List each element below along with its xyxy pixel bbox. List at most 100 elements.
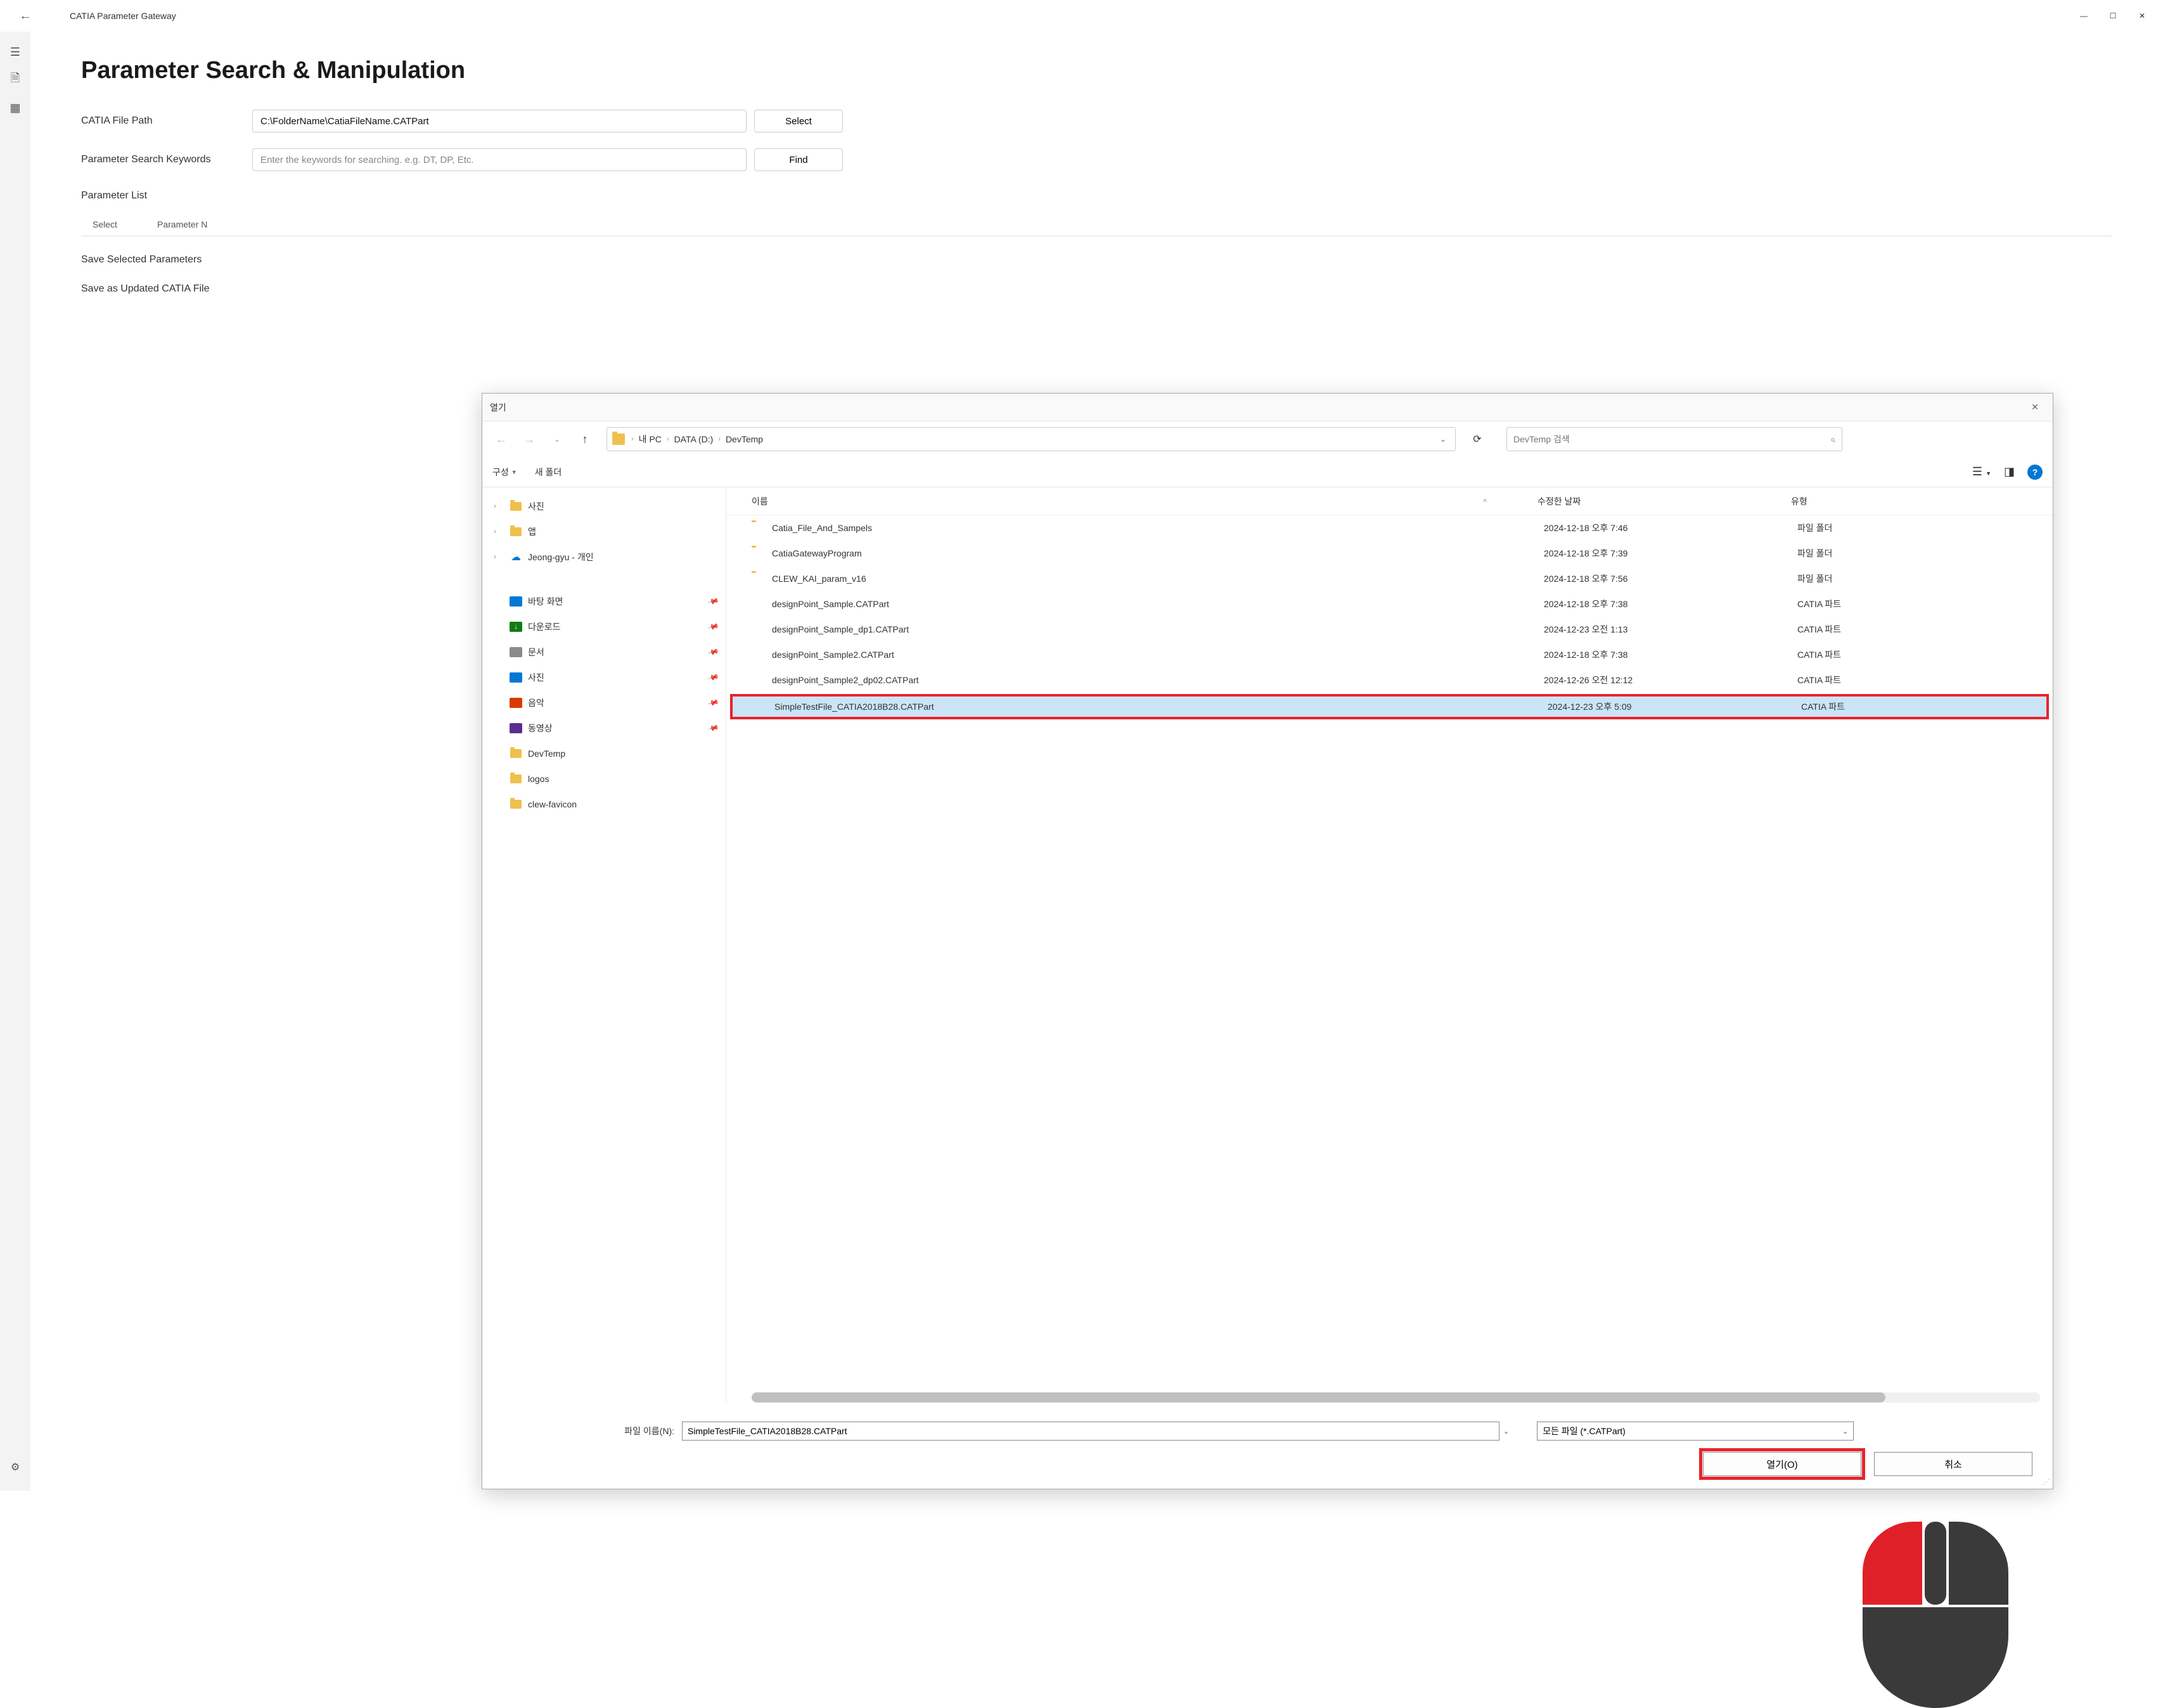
tree-label: 다운로드 [528,620,561,633]
location-icon: ↓ [509,621,523,632]
tree-label: 문서 [528,646,544,658]
tree-item[interactable]: ›사진 [482,494,726,519]
file-name: designPoint_Sample.CATPart [772,599,1544,609]
preview-pane-icon[interactable]: ◨ [2004,465,2015,478]
breadcrumb-segment[interactable]: DevTemp [722,434,767,444]
nav-recent-icon[interactable]: ⌄ [546,428,568,451]
file-type: CATIA 파트 [1797,623,1841,636]
quick-access-item[interactable]: 사진📌 [482,665,726,690]
file-name: SimpleTestFile_CATIA2018B28.CATPart [774,702,1548,712]
tree-label: 바탕 화면 [528,595,563,608]
refresh-icon[interactable]: ⟳ [1466,428,1489,451]
grid-icon[interactable]: ▦ [0,94,30,122]
page-title: Parameter Search & Manipulation [81,57,2112,84]
quick-access-item[interactable]: ↓다운로드📌 [482,614,726,639]
keywords-input[interactable] [252,148,747,171]
chevron-down-icon[interactable]: ⌄ [1436,435,1450,444]
column-headers[interactable]: 이름˄ 수정한 날짜 유형 [726,487,2053,515]
tree-label: clew-favicon [528,799,577,809]
catpart-file-icon [752,674,766,686]
pin-icon: 📌 [707,646,720,658]
file-type: CATIA 파트 [1797,598,1841,610]
search-icon[interactable]: ⌕ [1830,434,1835,445]
quick-access-item[interactable]: 동영상📌 [482,716,726,741]
scrollbar-thumb[interactable] [752,1392,1885,1403]
file-filter-combo[interactable]: 모든 파일 (*.CATPart)⌄ [1537,1422,1854,1441]
col-type[interactable]: 유형 [1791,495,1807,508]
file-date: 2024-12-18 오후 7:38 [1544,648,1797,661]
quick-access-item[interactable]: logos [482,766,726,792]
mouse-click-overlay-icon [1863,1522,2008,1705]
cancel-button[interactable]: 취소 [1874,1452,2032,1476]
close-button[interactable]: ✕ [2128,6,2157,26]
chevron-right-icon: › [717,435,722,443]
quick-access-item[interactable]: 바탕 화면📌 [482,589,726,614]
file-row[interactable]: SimpleTestFile_CATIA2018B28.CATPart2024-… [730,694,2049,719]
file-row[interactable]: designPoint_Sample2_dp02.CATPart2024-12-… [726,667,2053,693]
resize-grip-icon[interactable]: ⋰ [2043,1477,2050,1486]
quick-access-item[interactable]: clew-favicon [482,792,726,817]
help-icon[interactable]: ? [2027,465,2043,480]
filename-dropdown-icon[interactable]: ⌄ [1499,1427,1513,1435]
quick-access-item[interactable]: 음악📌 [482,690,726,716]
save-as-label: Save as Updated CATIA File [81,283,2112,295]
file-row[interactable]: designPoint_Sample_dp1.CATPart2024-12-23… [726,617,2053,642]
location-icon [509,722,523,734]
breadcrumb-segment[interactable]: DATA (D:) [671,434,717,444]
maximize-button[interactable]: ☐ [2098,6,2128,26]
tree-item[interactable]: ›앱 [482,519,726,544]
file-row[interactable]: CLEW_KAI_param_v162024-12-18 오후 7:56파일 폴… [726,566,2053,591]
nav-forward-icon[interactable]: → [518,428,541,451]
tree-label: 동영상 [528,722,553,735]
find-button[interactable]: Find [754,148,843,171]
file-row[interactable]: designPoint_Sample2.CATPart2024-12-18 오후… [726,642,2053,667]
quick-access-item[interactable]: DevTemp [482,741,726,766]
horizontal-scrollbar[interactable] [752,1392,2040,1403]
app-title: CATIA Parameter Gateway [70,11,176,21]
quick-access-item[interactable]: 문서 📌 [482,639,726,665]
breadcrumb-segment[interactable]: 내 PC [635,433,665,446]
search-box[interactable]: ⌕ [1506,427,1842,451]
search-input[interactable] [1513,434,1830,444]
select-button[interactable]: Select [754,110,843,132]
view-list-icon[interactable]: ☰ ▼ [1972,465,1991,478]
location-icon [509,646,523,658]
folder-tree[interactable]: ›사진›앱›☁Jeong-gyu - 개인바탕 화면📌 ↓ 다운로드 📌 문서 📌 사진📌음… [482,487,726,1403]
nav-back-icon[interactable]: ← [490,428,513,451]
new-folder-button[interactable]: 새 폴더 [535,466,562,478]
col-name[interactable]: 이름 [752,495,768,508]
menu-icon[interactable]: ☰ [0,38,30,66]
file-row[interactable]: Catia_File_And_Sampels2024-12-18 오후 7:46… [726,515,2053,541]
filename-input[interactable] [682,1422,1499,1441]
tree-item[interactable]: ›☁Jeong-gyu - 개인 [482,544,726,570]
file-row[interactable]: CatiaGatewayProgram2024-12-18 오후 7:39파일 … [726,541,2053,566]
filename-label: 파일 이름(N): [495,1425,682,1437]
breadcrumb[interactable]: › 내 PC › DATA (D:) › DevTemp ⌄ [607,427,1456,451]
file-date: 2024-12-23 오후 5:09 [1548,700,1801,713]
document-icon[interactable]: 🗎 [0,66,30,94]
expand-icon[interactable]: › [494,553,504,561]
file-date: 2024-12-26 오전 12:12 [1544,674,1797,686]
open-button[interactable]: 열기(O) [1703,1452,1861,1476]
col-select: Select [81,219,151,229]
file-path-input[interactable] [252,110,747,132]
nav-up-icon[interactable]: ↑ [574,428,596,451]
back-arrow-icon[interactable]: ← [6,3,44,30]
file-row[interactable]: designPoint_Sample.CATPart2024-12-18 오후 … [726,591,2053,617]
minimize-button[interactable]: — [2069,6,2098,26]
organize-menu[interactable]: 구성▼ [492,466,517,478]
tree-label: logos [528,774,549,784]
file-name: designPoint_Sample2_dp02.CATPart [772,675,1544,685]
file-type: CATIA 파트 [1801,700,1845,713]
expand-icon[interactable]: › [494,528,504,536]
pin-icon: 📌 [707,697,720,709]
settings-icon[interactable]: ⚙ [0,1453,30,1481]
file-date: 2024-12-23 오전 1:13 [1544,623,1797,636]
file-open-dialog: 열기 ✕ ← → ⌄ ↑ › 내 PC › DATA (D:) › DevTem… [482,393,2053,1489]
expand-icon[interactable]: › [494,503,504,510]
save-selected-label: Save Selected Parameters [81,254,2112,266]
catpart-file-icon [752,624,766,635]
folder-icon [509,799,523,810]
dialog-close-button[interactable]: ✕ [2025,397,2045,418]
col-date[interactable]: 수정한 날짜 [1537,495,1791,508]
